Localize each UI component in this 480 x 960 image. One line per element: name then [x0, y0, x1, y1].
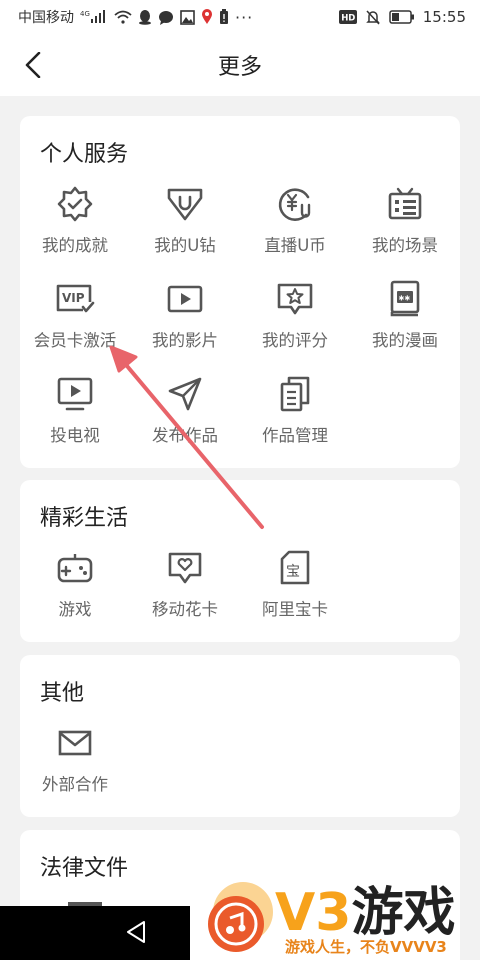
- comic-book-icon: ✱✱: [385, 279, 425, 319]
- clock: 15:55: [422, 8, 466, 26]
- grid-item-live-u-coin[interactable]: 直播U币: [240, 176, 350, 271]
- signal-icon: 4G: [80, 10, 108, 24]
- app-header: 更多: [0, 34, 480, 96]
- vip-card-icon: VIP: [55, 279, 95, 319]
- grid-item-label: 我的影片: [152, 331, 218, 350]
- personal-services-card: 个人服务 我的成就 我的U钻 直播U币 我的场景 VIP 会员卡激活 我的影片 …: [20, 116, 460, 468]
- svg-text:宝: 宝: [286, 564, 300, 580]
- grid-item-label: 直播U币: [264, 236, 326, 255]
- location-icon: [201, 9, 213, 25]
- cast-tv-icon: [55, 374, 95, 414]
- more-dots: ···: [235, 7, 254, 27]
- watermark-v3: V3: [275, 883, 352, 943]
- grid-item-label: 游戏: [58, 600, 92, 619]
- image-icon: [180, 9, 195, 25]
- status-bar: 中国移动 4G ··· HD 15:55: [0, 0, 480, 34]
- v3-logo-icon: [208, 882, 273, 952]
- rating-star-icon: [275, 279, 315, 319]
- grid-item-my-comics[interactable]: ✱✱ 我的漫画: [350, 271, 460, 366]
- flower-card-icon: [165, 548, 205, 588]
- wonderful-life-card: 精彩生活 游戏 移动花卡 宝 阿里宝卡: [20, 480, 460, 642]
- nav-back-button[interactable]: [125, 920, 147, 948]
- section-title: 个人服务: [40, 142, 129, 167]
- page-title: 更多: [217, 55, 262, 80]
- qq-icon: [138, 9, 152, 25]
- system-nav-bar: [0, 906, 190, 960]
- wifi-icon: [114, 10, 132, 24]
- svg-text:✱✱: ✱✱: [399, 295, 411, 303]
- mute-bell-icon: [365, 9, 381, 25]
- grid-item-label: 阿里宝卡: [262, 600, 328, 619]
- grid-item-publish-work[interactable]: 发布作品: [130, 366, 240, 461]
- chat-icon: [158, 10, 174, 25]
- tv-scene-icon: [385, 184, 425, 224]
- watermark-slogan: 游戏人生，不负VVVV3: [285, 938, 447, 956]
- grid-item-label: 发布作品: [152, 426, 218, 445]
- battery-icon: [389, 10, 415, 24]
- gamepad-icon: [55, 548, 95, 588]
- back-button[interactable]: [18, 50, 48, 80]
- grid-item-label: 我的漫画: [372, 331, 438, 350]
- u-diamond-icon: [165, 184, 205, 224]
- grid-item-label: 我的U钻: [154, 236, 216, 255]
- grid-item-label: 作品管理: [262, 426, 328, 445]
- hd-icon: HD: [338, 10, 357, 24]
- grid-item-external-cooperation[interactable]: 外部合作: [20, 715, 130, 810]
- triangle-back-icon: [127, 921, 145, 943]
- svg-text:HD: HD: [341, 14, 355, 24]
- watermark: V3游戏 游戏人生，不负VVVV3: [190, 870, 480, 960]
- grid-item-manage-works[interactable]: 作品管理: [240, 366, 350, 461]
- watermark-game: 游戏: [351, 883, 456, 943]
- section-title: 精彩生活: [40, 506, 129, 531]
- grid-item-label: 外部合作: [42, 775, 108, 794]
- grid-item-flower-card[interactable]: 移动花卡: [130, 540, 240, 635]
- grid-item-label: 我的场景: [372, 236, 438, 255]
- chevron-left-icon: [25, 52, 41, 78]
- svg-text:VIP: VIP: [62, 291, 85, 305]
- works-manage-icon: [275, 374, 315, 414]
- send-icon: [165, 374, 205, 414]
- mail-icon: [55, 723, 95, 763]
- grid-item-cast-to-tv[interactable]: 投电视: [20, 366, 130, 461]
- grid-item-my-scenes[interactable]: 我的场景: [350, 176, 460, 271]
- grid-item-label: 我的成就: [42, 236, 108, 255]
- sim-card-icon: 宝: [275, 548, 315, 588]
- section-title: 法律文件: [40, 856, 129, 881]
- badge-check-icon: [55, 184, 95, 224]
- battery-alert-icon: [219, 9, 229, 25]
- grid-item-my-u-diamond[interactable]: 我的U钻: [130, 176, 240, 271]
- grid-item-label: 会员卡激活: [33, 331, 117, 350]
- grid-item-ali-bao-card[interactable]: 宝 阿里宝卡: [240, 540, 350, 635]
- watermark-brand: V3游戏: [275, 870, 455, 945]
- carrier-label: 中国移动: [18, 10, 74, 26]
- grid-item-my-ratings[interactable]: 我的评分: [240, 271, 350, 366]
- other-card: 其他 外部合作: [20, 655, 460, 817]
- grid-item-label: 投电视: [50, 426, 100, 445]
- grid-item-my-achievements[interactable]: 我的成就: [20, 176, 130, 271]
- grid-item-vip-activation[interactable]: VIP 会员卡激活: [20, 271, 130, 366]
- grid-item-label: 移动花卡: [152, 600, 218, 619]
- video-icon: [165, 279, 205, 319]
- grid-item-label: 我的评分: [262, 331, 328, 350]
- grid-item-my-videos[interactable]: 我的影片: [130, 271, 240, 366]
- section-title: 其他: [40, 681, 85, 706]
- grid-item-games[interactable]: 游戏: [20, 540, 130, 635]
- svg-text:4G: 4G: [80, 10, 90, 18]
- u-coin-icon: [275, 184, 315, 224]
